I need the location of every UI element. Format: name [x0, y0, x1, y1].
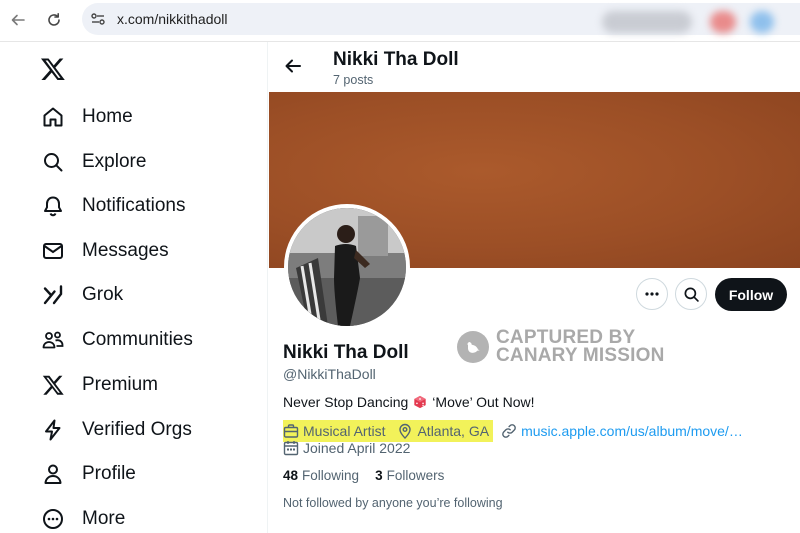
profile-joined-row: Joined April 2022: [283, 440, 410, 456]
followers-count: 3: [375, 468, 383, 483]
lightning-icon: [40, 417, 66, 443]
sidebar-item-explore[interactable]: Explore: [40, 147, 146, 177]
profile-category: Musical Artist: [303, 423, 386, 439]
follow-stats: 48 Following 3 Followers: [283, 468, 460, 483]
sidebar-item-more[interactable]: More: [40, 504, 125, 533]
person-icon: [40, 461, 66, 487]
bio-text: Never Stop Dancing: [283, 394, 409, 410]
people-icon: [40, 327, 66, 353]
sidebar-item-label: Notifications: [82, 195, 186, 216]
profile-header-bar: Nikki Tha Doll 7 posts: [269, 42, 800, 92]
more-dots-icon: [645, 292, 659, 296]
briefcase-icon: [283, 424, 299, 438]
sidebar-item-label: Explore: [82, 151, 147, 172]
sidebar-item-label: Messages: [82, 240, 169, 261]
blurred-extension-icons: [602, 11, 692, 33]
search-icon: [684, 287, 699, 302]
profile-location: Atlanta, GA: [417, 423, 490, 439]
sidebar-item-label: Premium: [82, 374, 159, 395]
bell-icon: [40, 193, 66, 219]
watermark-line-2: CANARY MISSION: [496, 345, 665, 366]
sidebar-item-communities[interactable]: Communities: [40, 325, 193, 355]
x-logo-icon[interactable]: [40, 56, 66, 82]
dice-emoji-icon: [414, 395, 426, 409]
sidebar: Home Explore Notifications Messages Grok…: [0, 42, 268, 533]
avatar[interactable]: [284, 204, 410, 330]
back-arrow-icon[interactable]: [6, 8, 30, 32]
sidebar-item-messages[interactable]: Messages: [40, 236, 169, 266]
following-label: Following: [302, 468, 360, 483]
sidebar-item-premium[interactable]: Premium: [40, 370, 158, 400]
envelope-icon: [40, 238, 66, 264]
sidebar-item-profile[interactable]: Profile: [40, 459, 136, 489]
site-settings-icon[interactable]: [89, 10, 107, 28]
highlighted-meta: Musical Artist Atlanta, GA: [283, 420, 494, 442]
bio-text: ‘Move’ Out Now!: [432, 394, 535, 410]
more-circle-icon: [40, 506, 66, 532]
profile-handle: @NikkiThaDoll: [283, 366, 376, 382]
link-icon: [502, 424, 516, 438]
follow-button[interactable]: Follow: [715, 278, 787, 311]
sidebar-item-grok[interactable]: Grok: [40, 280, 123, 310]
more-options-button[interactable]: [636, 278, 668, 310]
reload-icon[interactable]: [42, 8, 66, 32]
sidebar-item-notifications[interactable]: Notifications: [40, 191, 186, 221]
canary-bird-icon: [457, 331, 489, 363]
sidebar-item-label: Grok: [82, 284, 124, 305]
sidebar-item-home[interactable]: Home: [40, 102, 133, 132]
blurred-extension-icon: [710, 11, 736, 33]
profile-bio: Never Stop Dancing ‘Move’ Out Now!: [283, 394, 534, 410]
following-count: 48: [283, 468, 299, 483]
profile-joined-date: Joined April 2022: [303, 440, 411, 456]
profile-main: Nikki Tha Doll 7 posts Follow CAPTURED B…: [269, 42, 800, 533]
sidebar-item-label: Home: [82, 106, 133, 127]
back-arrow-icon[interactable]: [283, 56, 303, 76]
home-icon: [40, 104, 66, 130]
sidebar-item-verified-orgs[interactable]: Verified Orgs: [40, 415, 192, 445]
grok-icon: [40, 282, 66, 308]
blurred-extension-icon: [750, 11, 774, 33]
search-icon: [40, 149, 66, 175]
followers-label: Followers: [386, 468, 445, 483]
profile-display-name: Nikki Tha Doll: [283, 342, 409, 363]
sidebar-item-label: Communities: [82, 329, 193, 350]
sidebar-item-label: Verified Orgs: [82, 419, 192, 440]
browser-toolbar: x.com/nikkithadoll: [0, 0, 800, 42]
calendar-icon: [283, 441, 299, 456]
header-post-count: 7 posts: [333, 73, 374, 87]
mutual-followers-note: Not followed by anyone you’re following: [283, 496, 503, 510]
header-display-name: Nikki Tha Doll: [333, 49, 459, 70]
profile-link[interactable]: music.apple.com/us/album/move/…: [501, 423, 743, 439]
address-bar[interactable]: x.com/nikkithadoll: [82, 3, 800, 35]
search-profile-button[interactable]: [675, 278, 707, 310]
x-icon: [40, 372, 66, 398]
followers-link[interactable]: 3 Followers: [375, 468, 444, 483]
sidebar-item-label: Profile: [82, 463, 136, 484]
sidebar-item-label: More: [82, 508, 126, 529]
profile-meta-row: Musical Artist Atlanta, GA music.apple.c…: [283, 420, 743, 442]
following-link[interactable]: 48 Following: [283, 468, 359, 483]
url-text[interactable]: x.com/nikkithadoll: [117, 11, 228, 27]
profile-link-text[interactable]: music.apple.com/us/album/move/…: [521, 423, 743, 439]
watermark: CAPTURED BY CANARY MISSION: [457, 327, 665, 367]
location-pin-icon: [399, 423, 412, 439]
